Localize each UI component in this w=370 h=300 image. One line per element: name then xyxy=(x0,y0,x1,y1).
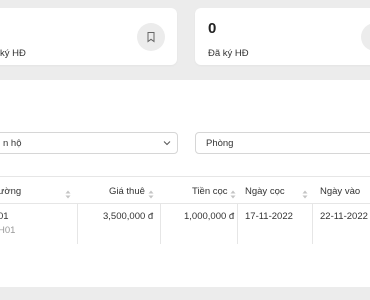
stat-label: ký HĐ xyxy=(0,48,26,59)
stat-card-unsigned: ký HĐ xyxy=(0,8,177,65)
table-header: ường Giá thuê Tiền cọc Ngày cọc Ngày vào xyxy=(0,176,370,204)
sort-icon[interactable] xyxy=(148,186,154,204)
column-header[interactable]: Tiền cọc xyxy=(192,186,228,197)
stat-card-signed: 0 Đã ký HĐ xyxy=(195,8,370,65)
move-in-date-cell: 22-11-2022 xyxy=(320,211,368,222)
stat-label: Đã ký HĐ xyxy=(208,48,249,59)
room-select[interactable]: Phòng xyxy=(195,132,370,154)
column-header[interactable]: Ngày cọc xyxy=(245,186,285,197)
price-cell: 3,500,000 đ xyxy=(103,211,154,222)
deposit-date-cell: 17-11-2022 xyxy=(245,211,293,222)
app-screen: ký HĐ 0 Đã ký HĐ n hộ Phòng ường Giá thu… xyxy=(0,0,370,300)
room-select-value: Phòng xyxy=(206,138,234,149)
room-code: 01 xyxy=(0,211,9,222)
sort-icon[interactable] xyxy=(230,186,236,204)
stat-value: 0 xyxy=(208,20,217,37)
column-header[interactable]: Ngày vào xyxy=(320,186,360,197)
apartment-select[interactable]: n hộ xyxy=(0,132,178,154)
column-header[interactable]: ường xyxy=(0,186,21,197)
sort-icon[interactable] xyxy=(302,186,308,204)
sort-icon[interactable] xyxy=(65,186,71,204)
bookmark-icon xyxy=(137,23,165,51)
bookmark-icon xyxy=(361,23,370,51)
table-row[interactable]: 01 H01 3,500,000 đ 1,000,000 đ 17-11-202… xyxy=(0,204,370,244)
room-subcode: H01 xyxy=(0,225,16,236)
apartment-select-value: n hộ xyxy=(3,138,22,149)
column-header[interactable]: Giá thuê xyxy=(109,186,145,197)
chevron-down-icon xyxy=(163,139,171,150)
deposit-cell: 1,000,000 đ xyxy=(184,211,235,222)
contracts-panel: n hộ Phòng ường Giá thuê Tiền cọc Ngày c… xyxy=(0,80,370,287)
